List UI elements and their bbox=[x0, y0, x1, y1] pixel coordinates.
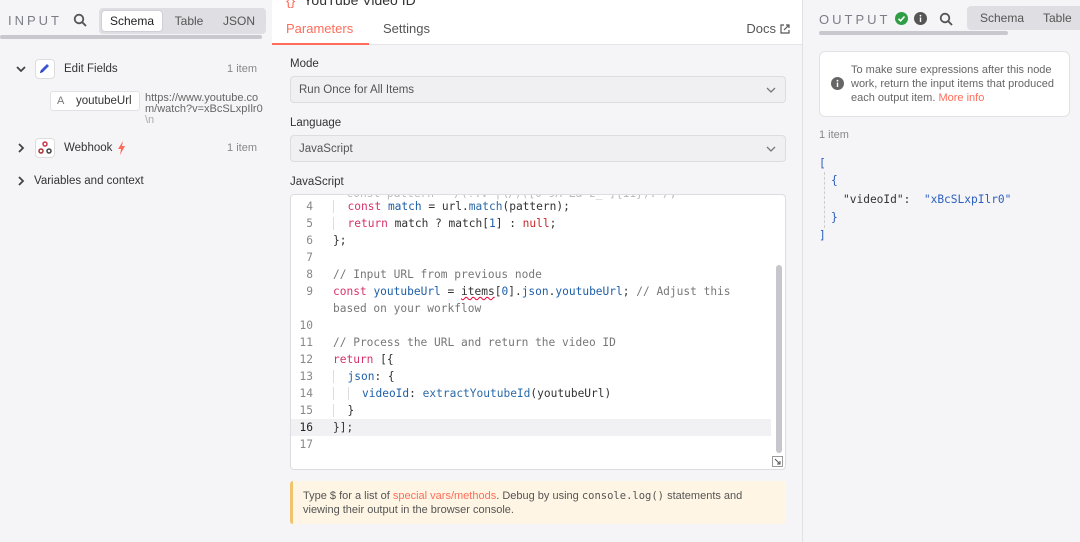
code-line: return [{ bbox=[333, 353, 394, 366]
input-view-tabs: Schema Table JSON bbox=[99, 8, 266, 34]
chevron-down-icon[interactable] bbox=[16, 64, 26, 74]
line-number: 7 bbox=[306, 251, 313, 264]
vertical-scrollbar[interactable] bbox=[776, 265, 782, 453]
code-line: const match = url.match(pattern); bbox=[333, 200, 570, 213]
line-number: 15 bbox=[299, 404, 313, 417]
notice-text: To make sure expressions after this node… bbox=[851, 64, 1054, 104]
field-value: https://www.youtube.com/watch?v=xBcSLxpI… bbox=[145, 92, 263, 126]
line-number: 10 bbox=[299, 319, 313, 332]
json-row: "videoId": "xBcSLxpIlr0" bbox=[843, 193, 1012, 206]
tree-label: Webhook bbox=[64, 142, 113, 154]
info-icon bbox=[831, 77, 844, 90]
code-line: } bbox=[333, 404, 354, 417]
code-line: }]; bbox=[333, 421, 354, 434]
input-title: INPUT bbox=[8, 13, 62, 28]
code-line: json: { bbox=[333, 370, 395, 383]
input-header: INPUT Schema Table JSON bbox=[0, 0, 272, 40]
code-line: }; bbox=[333, 234, 347, 247]
tree-item-edit-fields[interactable]: Edit Fields 1 item bbox=[0, 58, 272, 80]
node-editor-panel: {} YouTube Video ID Parameters Settings D… bbox=[272, 0, 802, 542]
tab-table[interactable]: Table bbox=[165, 11, 213, 31]
string-type-icon: A bbox=[57, 95, 65, 107]
tree-item-webhook[interactable]: Webhook 1 item bbox=[0, 137, 272, 159]
json-guide bbox=[824, 172, 825, 228]
field-name: youtubeUrl bbox=[76, 95, 132, 107]
code-line: const youtubeUrl = items[0].json.youtube… bbox=[333, 285, 731, 298]
special-vars-link[interactable]: special vars/methods bbox=[393, 490, 496, 502]
line-number: 5 bbox=[306, 217, 313, 230]
chevron-down-icon bbox=[766, 146, 776, 152]
mode-value: Run Once for All Items bbox=[299, 84, 415, 96]
search-icon[interactable] bbox=[73, 13, 87, 27]
mode-label: Mode bbox=[290, 58, 319, 70]
line-number: 12 bbox=[299, 353, 313, 366]
search-icon[interactable] bbox=[939, 12, 953, 26]
code-line: // Input URL from previous node bbox=[333, 268, 542, 281]
code-hint-callout: Type $ for a list of special vars/method… bbox=[290, 481, 786, 524]
code-line: videoId: extractYoutubeId(youtubeUrl) bbox=[333, 387, 611, 400]
tab-settings[interactable]: Settings bbox=[383, 21, 430, 36]
code-braces-icon: {} bbox=[286, 0, 296, 8]
tab-table[interactable]: Table bbox=[1043, 8, 1072, 28]
item-count: 1 item bbox=[227, 63, 257, 75]
tree-label: Variables and context bbox=[34, 175, 144, 187]
language-label: Language bbox=[290, 117, 342, 129]
more-info-link[interactable]: More info bbox=[938, 92, 984, 104]
line-number-gutter: 4 5 6 7 8 9 10 11 12 13 14 15 16 17 bbox=[291, 195, 331, 469]
chevron-right-icon[interactable] bbox=[16, 176, 26, 186]
code-editor[interactable]: 4 5 6 7 8 9 10 11 12 13 14 15 16 17 cons… bbox=[290, 194, 786, 470]
info-notice: To make sure expressions after this node… bbox=[819, 51, 1070, 117]
tab-schema[interactable]: Schema bbox=[980, 8, 1024, 28]
line-number: 11 bbox=[299, 336, 313, 349]
language-value: JavaScript bbox=[299, 143, 353, 155]
success-check-icon bbox=[895, 12, 908, 25]
line-number: 6 bbox=[306, 234, 313, 247]
bolt-icon bbox=[118, 141, 125, 155]
input-panel: INPUT Schema Table JSON Edit Fields 1 it… bbox=[0, 0, 272, 542]
output-view-tabs: Schema Table bbox=[967, 6, 1080, 30]
chevron-down-icon bbox=[766, 87, 776, 93]
pencil-icon bbox=[35, 59, 55, 79]
tab-parameters[interactable]: Parameters bbox=[286, 21, 353, 36]
webhook-icon bbox=[35, 138, 55, 158]
mode-select[interactable]: Run Once for All Items bbox=[290, 76, 786, 103]
line-number: 4 bbox=[306, 200, 313, 213]
code-line: based on your workflow bbox=[333, 302, 482, 315]
resize-handle-icon[interactable] bbox=[772, 456, 783, 467]
field-chip[interactable]: A youtubeUrl bbox=[50, 91, 140, 111]
horizontal-scrollbar[interactable] bbox=[0, 35, 262, 39]
active-line-highlight bbox=[291, 419, 771, 436]
language-select[interactable]: JavaScript bbox=[290, 135, 786, 162]
parameter-tabs: Parameters Settings Docs bbox=[272, 18, 802, 45]
chevron-right-icon[interactable] bbox=[16, 143, 26, 153]
code-line: // Process the URL and return the video … bbox=[333, 336, 616, 349]
line-number: 9 bbox=[306, 285, 313, 298]
tree-item-variables[interactable]: Variables and context bbox=[0, 170, 272, 192]
line-number: 8 bbox=[306, 268, 313, 281]
code-label: JavaScript bbox=[290, 176, 344, 188]
line-number: 16 bbox=[299, 421, 313, 434]
info-icon[interactable] bbox=[914, 12, 927, 25]
output-title: OUTPUT bbox=[819, 12, 891, 27]
tree-label: Edit Fields bbox=[64, 63, 118, 75]
line-number: 14 bbox=[299, 387, 313, 400]
external-link-icon bbox=[780, 24, 790, 34]
tab-schema[interactable]: Schema bbox=[102, 11, 162, 31]
item-count: 1 item bbox=[227, 142, 257, 154]
line-number: 17 bbox=[299, 438, 313, 451]
tab-json[interactable]: JSON bbox=[216, 11, 262, 31]
horizontal-scrollbar[interactable] bbox=[819, 31, 1008, 35]
line-number: 13 bbox=[299, 370, 313, 383]
code-line: return match ? match[1] : null; bbox=[333, 217, 556, 230]
docs-link[interactable]: Docs bbox=[746, 21, 790, 36]
node-title[interactable]: {} YouTube Video ID bbox=[286, 0, 416, 8]
output-panel: OUTPUT Schema Table To make sure express… bbox=[802, 0, 1080, 542]
output-item-count: 1 item bbox=[819, 129, 849, 141]
